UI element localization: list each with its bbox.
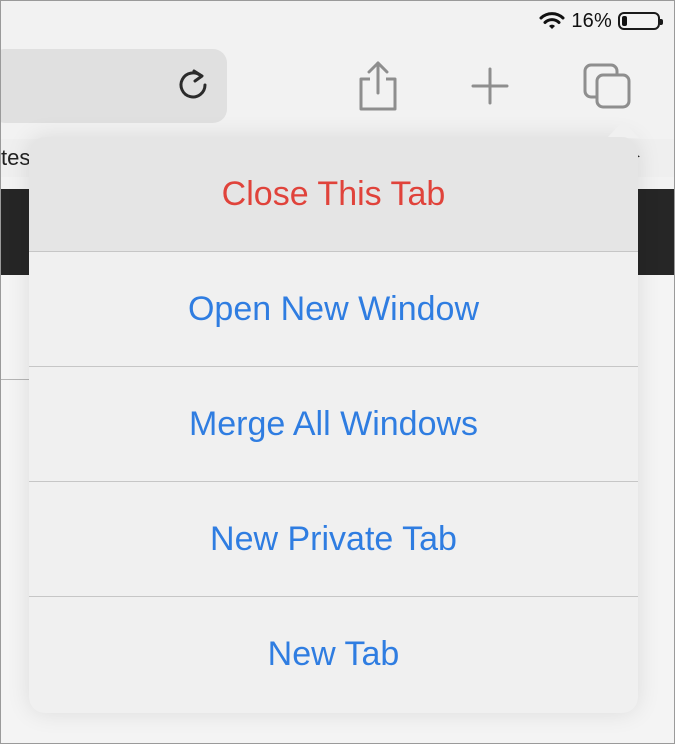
reload-icon[interactable] [175,67,211,103]
battery-cap [660,19,663,25]
menu-list: Close This Tab Open New Window Merge All… [29,137,638,713]
open-new-window-button[interactable]: Open New Window [29,252,638,367]
bookmark-partial-text: tes [1,145,31,170]
merge-all-windows-button[interactable]: Merge All Windows [29,367,638,482]
share-icon[interactable] [353,59,403,113]
battery-fill [622,16,627,26]
close-this-tab-button[interactable]: Close This Tab [29,137,638,252]
status-bar: 16% [539,9,663,33]
tab-actions-popover: Close This Tab Open New Window Merge All… [29,121,639,713]
wifi-icon [539,12,565,29]
new-private-tab-button[interactable]: New Private Tab [29,482,638,597]
new-tab-button[interactable]: New Tab [29,597,638,712]
popover-arrow [607,121,639,138]
app-window: 16% tes ▶ Close This Tab Open N [0,0,675,744]
battery-icon [618,12,663,30]
tabs-icon[interactable] [581,61,633,111]
battery-percent: 16% [571,9,612,32]
plus-icon[interactable] [469,65,511,107]
address-field[interactable] [1,49,227,123]
